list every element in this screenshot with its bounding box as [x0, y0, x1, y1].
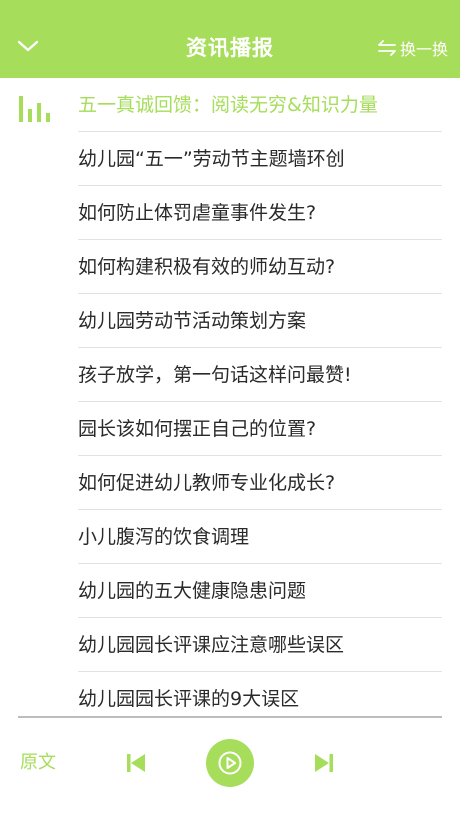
skip-previous-icon — [127, 754, 145, 772]
list-item-title: 如何构建积极有效的师幼互动? — [78, 256, 336, 278]
list-item[interactable]: 幼儿园“五一”劳动节主题墙环创 — [78, 132, 442, 186]
list-item-title: 幼儿园“五一”劳动节主题墙环创 — [78, 148, 345, 170]
header-bar: 资讯播报 换一换 — [0, 0, 460, 78]
list-item-title: 小儿腹泻的饮食调理 — [78, 526, 250, 548]
news-list: 五一真诚回馈：阅读无穷&知识力量 幼儿园“五一”劳动节主题墙环创 如何防止体罚虐… — [0, 78, 460, 726]
skip-next-icon — [315, 754, 333, 772]
refresh-button[interactable]: 换一换 — [376, 36, 448, 60]
list-item[interactable]: 小儿腹泻的饮食调理 — [78, 510, 442, 564]
equalizer-icon — [19, 96, 50, 122]
list-item-playing[interactable]: 五一真诚回馈：阅读无穷&知识力量 — [19, 78, 442, 132]
swap-arrows-icon — [378, 40, 396, 56]
audio-player-bar: 原文 — [0, 718, 460, 818]
refresh-label: 换一换 — [399, 40, 448, 59]
list-item-title: 五一真诚回馈：阅读无穷&知识力量 — [78, 94, 378, 116]
previous-button[interactable] — [125, 752, 147, 774]
list-item-title: 孩子放学，第一句话这样问最赞! — [78, 364, 352, 386]
list-item-title: 如何促进幼儿教师专业化成长? — [78, 472, 336, 494]
list-item[interactable]: 幼儿园劳动节活动策划方案 — [78, 294, 442, 348]
list-item[interactable]: 幼儿园园长评课应注意哪些误区 — [78, 618, 442, 672]
next-button[interactable] — [313, 752, 335, 774]
list-item[interactable]: 如何构建积极有效的师幼互动? — [78, 240, 442, 294]
list-item-title: 如何防止体罚虐童事件发生? — [78, 202, 317, 224]
list-item-title: 园长该如何摆正自己的位置? — [78, 418, 317, 440]
list-item[interactable]: 如何防止体罚虐童事件发生? — [78, 186, 442, 240]
list-item[interactable]: 孩子放学，第一句话这样问最赞! — [78, 348, 442, 402]
play-icon — [218, 751, 242, 775]
list-item[interactable]: 园长该如何摆正自己的位置? — [78, 402, 442, 456]
play-button[interactable] — [206, 739, 254, 787]
list-item-title: 幼儿园劳动节活动策划方案 — [78, 310, 307, 332]
list-item-title: 幼儿园园长评课应注意哪些误区 — [78, 634, 345, 656]
list-item[interactable]: 如何促进幼儿教师专业化成长? — [78, 456, 442, 510]
list-item[interactable]: 幼儿园的五大健康隐患问题 — [78, 564, 442, 618]
list-item-title: 幼儿园的五大健康隐患问题 — [78, 580, 307, 602]
original-text-button[interactable]: 原文 — [20, 748, 56, 774]
